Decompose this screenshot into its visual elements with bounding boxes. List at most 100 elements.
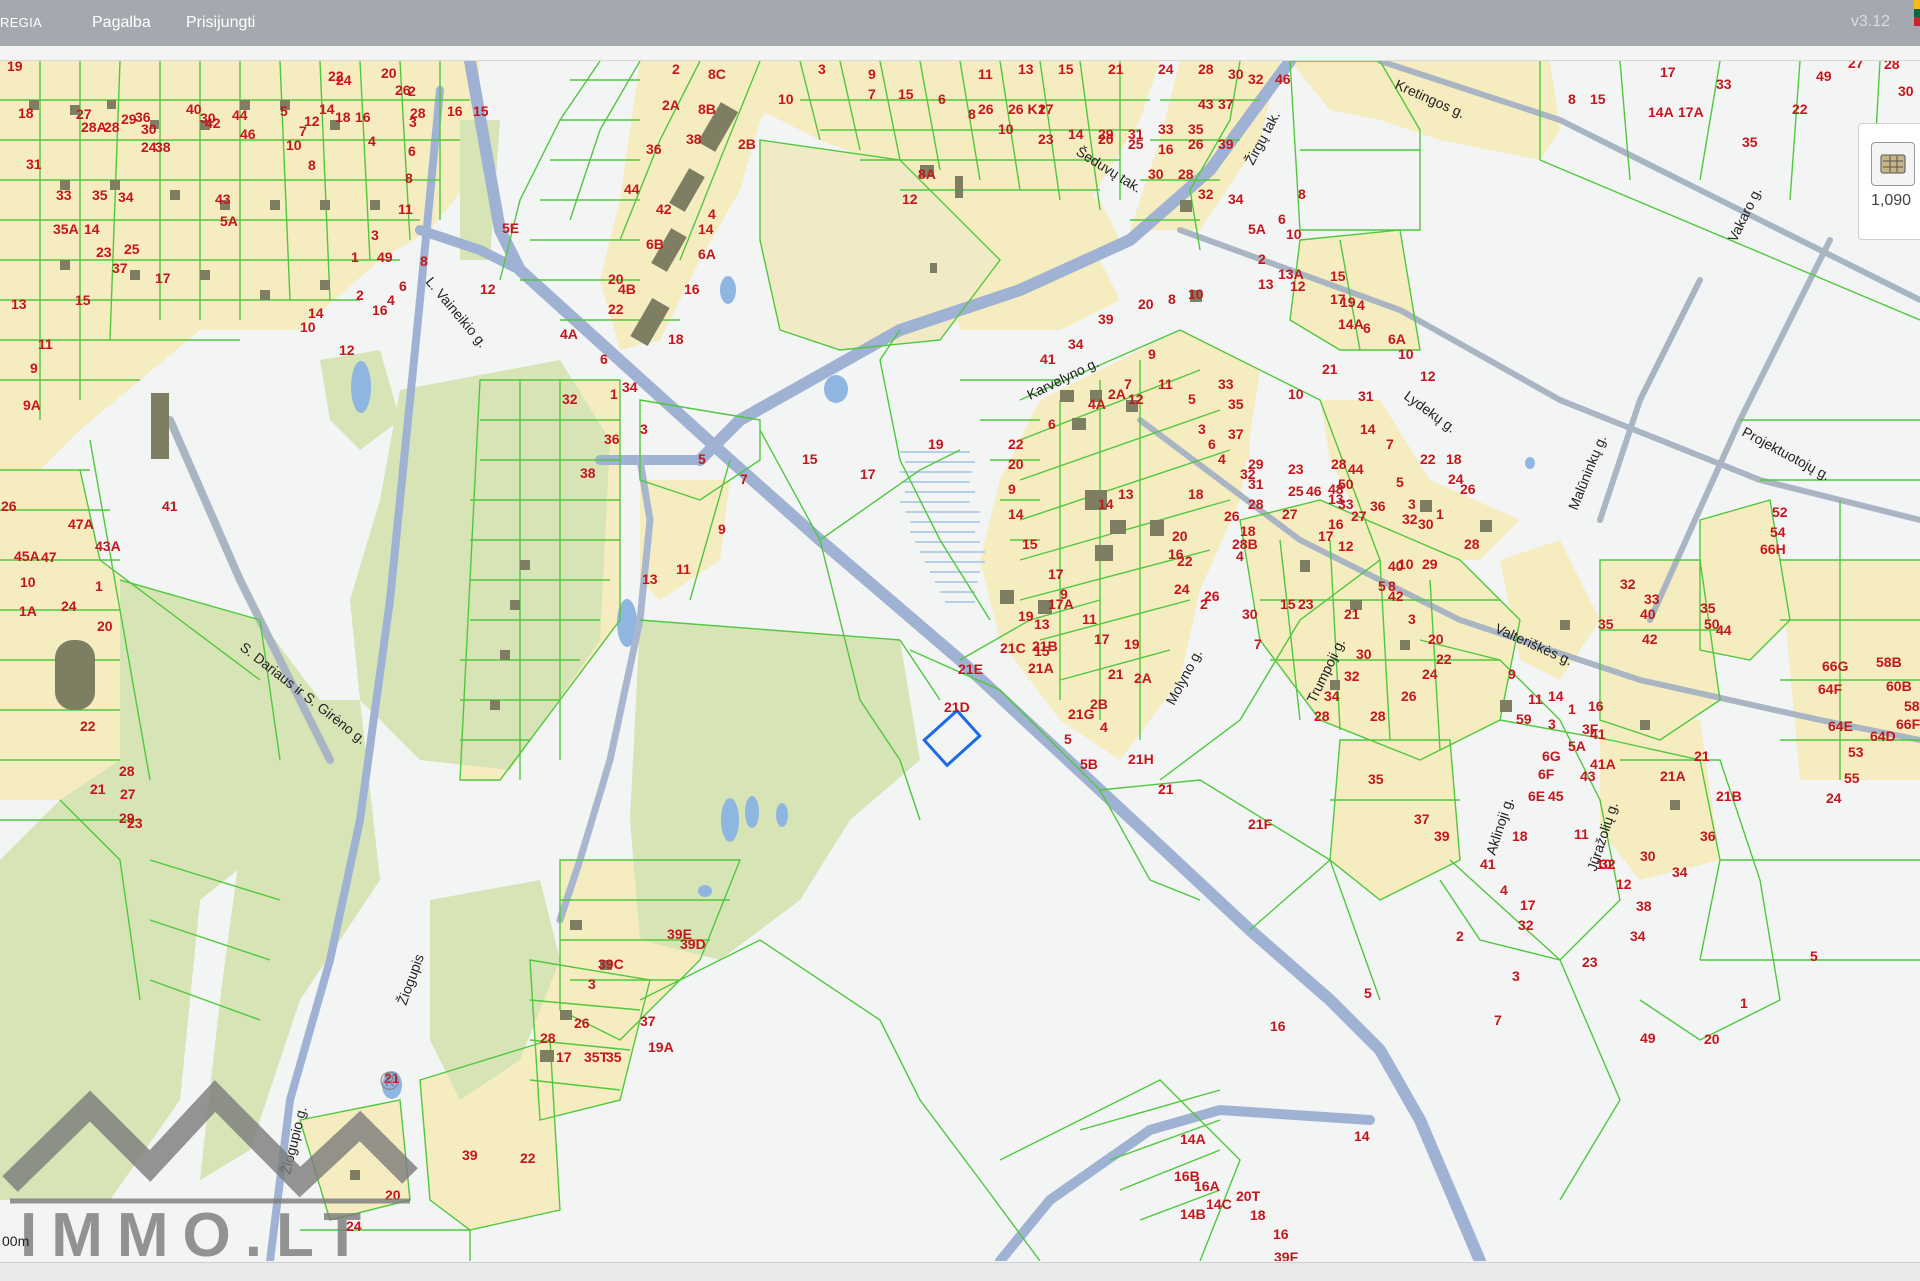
parcel-number[interactable]: 21 xyxy=(1108,666,1124,682)
parcel-number[interactable]: 30 xyxy=(1418,516,1434,532)
parcel-number[interactable]: 1 xyxy=(95,578,103,594)
parcel-number[interactable]: 26 xyxy=(978,101,994,117)
parcel-number[interactable]: 3 xyxy=(588,976,596,992)
parcel-number[interactable]: 21 xyxy=(1158,781,1174,797)
parcel-number[interactable]: 30 xyxy=(1242,606,1258,622)
parcel-number[interactable]: 2B xyxy=(738,136,756,152)
parcel-number[interactable]: 34 xyxy=(622,379,638,395)
parcel-number[interactable]: 14 xyxy=(1354,1128,1370,1144)
parcel-number[interactable]: 15 xyxy=(898,86,914,102)
parcel-number[interactable]: 27 xyxy=(120,786,136,802)
parcel-number[interactable]: 1A xyxy=(19,603,37,619)
parcel-number[interactable]: 16 xyxy=(1158,141,1174,157)
parcel-number[interactable]: 44 xyxy=(1716,622,1732,638)
parcel-number[interactable]: 34 xyxy=(118,189,134,205)
parcel-number[interactable]: 16 xyxy=(684,281,700,297)
parcel-number[interactable]: 22 xyxy=(80,718,96,734)
parcel-number[interactable]: 35 xyxy=(1368,771,1384,787)
parcel-number[interactable]: 53 xyxy=(1848,744,1864,760)
parcel-number[interactable]: 3 xyxy=(640,421,648,437)
parcel-number[interactable]: 8 xyxy=(1568,91,1576,107)
parcel-number[interactable]: 19 xyxy=(1340,294,1356,310)
parcel-number[interactable]: 14 xyxy=(319,101,335,117)
parcel-number[interactable]: 14 xyxy=(1548,688,1564,704)
parcel-number[interactable]: 43 xyxy=(215,191,231,207)
parcel-number[interactable]: 1 xyxy=(351,249,359,265)
parcel-number[interactable]: 2 xyxy=(672,61,680,77)
parcel-number[interactable]: 20 xyxy=(1008,456,1024,472)
parcel-number[interactable]: 23 xyxy=(127,815,143,831)
parcel-number[interactable]: 24 xyxy=(1422,666,1438,682)
parcel-number[interactable]: 26 xyxy=(1224,508,1240,524)
parcel-number[interactable]: 13 xyxy=(642,571,658,587)
parcel-number[interactable]: 19A xyxy=(648,1039,674,1055)
parcel-number[interactable]: 43 xyxy=(1198,96,1214,112)
parcel-number[interactable]: 16 xyxy=(372,302,388,318)
parcel-number[interactable]: 18 xyxy=(1188,486,1204,502)
parcel-number[interactable]: 11 xyxy=(1082,611,1097,627)
parcel-number[interactable]: 21E xyxy=(958,661,983,677)
parcel-number[interactable]: 12 xyxy=(1128,391,1144,407)
parcel-number[interactable]: 3 xyxy=(818,61,826,77)
parcel-number[interactable]: 20 xyxy=(1428,631,1444,647)
parcel-number[interactable]: 6F xyxy=(1538,766,1555,782)
parcel-number[interactable]: 35 xyxy=(606,1049,622,1065)
parcel-number[interactable]: 15 xyxy=(473,103,489,119)
parcel-number[interactable]: 2 xyxy=(1456,928,1464,944)
parcel-number[interactable]: 52 xyxy=(1772,504,1788,520)
parcel-number[interactable]: 66F xyxy=(1896,716,1920,732)
parcel-number[interactable]: 9 xyxy=(1148,346,1156,362)
parcel-number[interactable]: 32 xyxy=(562,391,578,407)
parcel-number[interactable]: 6 xyxy=(1048,416,1056,432)
parcel-number[interactable]: 59 xyxy=(1516,711,1532,727)
parcel-number[interactable]: 6 xyxy=(600,351,608,367)
parcel-number[interactable]: 17 xyxy=(1048,566,1064,582)
parcel-number[interactable]: 6B xyxy=(646,236,664,252)
parcel-number[interactable]: 39 xyxy=(462,1147,478,1163)
parcel-number[interactable]: 8 xyxy=(968,106,976,122)
parcel-number[interactable]: 37 xyxy=(640,1013,656,1029)
parcel-number[interactable]: 35T xyxy=(584,1049,609,1065)
parcel-number[interactable]: 5A xyxy=(1248,221,1266,237)
parcel-number[interactable]: 14 xyxy=(1360,421,1376,437)
parcel-number[interactable]: 64E xyxy=(1828,718,1853,734)
parcel-number[interactable]: 31 xyxy=(1128,126,1144,142)
parcel-number[interactable]: 41 xyxy=(162,498,178,514)
parcel-number[interactable]: 3 xyxy=(1408,611,1416,627)
parcel-number[interactable]: 35 xyxy=(1742,134,1758,150)
parcel-number[interactable]: 34 xyxy=(1068,336,1084,352)
parcel-number[interactable]: 5E xyxy=(502,220,519,236)
parcel-number[interactable]: 5 xyxy=(1064,731,1072,747)
parcel-number[interactable]: 5 xyxy=(1364,985,1372,1001)
parcel-number[interactable]: 21 xyxy=(1322,361,1338,377)
parcel-number[interactable]: 18 xyxy=(1240,523,1256,539)
parcel-number[interactable]: 21 xyxy=(90,781,106,797)
parcel-number[interactable]: 28 xyxy=(1314,708,1330,724)
parcel-number[interactable]: 18 xyxy=(668,331,684,347)
parcel-number[interactable]: 12 xyxy=(1616,876,1632,892)
parcel-number[interactable]: 33 xyxy=(1158,121,1174,137)
parcel-number[interactable]: 22 xyxy=(1008,436,1024,452)
parcel-number[interactable]: 25 xyxy=(124,241,140,257)
parcel-number[interactable]: 8B xyxy=(698,101,716,117)
parcel-number[interactable]: 5 xyxy=(1810,948,1818,964)
parcel-number[interactable]: 13 xyxy=(1258,276,1274,292)
parcel-number[interactable]: 23 xyxy=(96,244,112,260)
parcel-number[interactable]: 28 xyxy=(1370,708,1386,724)
parcel-number[interactable]: 47A xyxy=(68,516,94,532)
parcel-number[interactable]: 13 xyxy=(1034,616,1050,632)
parcel-number[interactable]: 14 xyxy=(1068,126,1084,142)
parcel-number[interactable]: 45 xyxy=(1548,788,1564,804)
parcel-number[interactable]: 11 xyxy=(38,336,53,352)
parcel-number[interactable]: 2B xyxy=(1090,696,1108,712)
parcel-number[interactable]: 28 xyxy=(1464,536,1480,552)
parcel-number[interactable]: 22 xyxy=(1177,553,1193,569)
parcel-number[interactable]: 37 xyxy=(1218,96,1234,112)
parcel-number[interactable]: 6G xyxy=(1542,748,1561,764)
parcel-number[interactable]: 7 xyxy=(1386,436,1394,452)
parcel-number[interactable]: 23 xyxy=(1582,954,1598,970)
parcel-number[interactable]: 12 xyxy=(339,342,355,358)
parcel-number[interactable]: 36 xyxy=(1700,828,1716,844)
parcel-number[interactable]: 6 xyxy=(1363,320,1371,336)
parcel-number[interactable]: 6 xyxy=(408,143,416,159)
